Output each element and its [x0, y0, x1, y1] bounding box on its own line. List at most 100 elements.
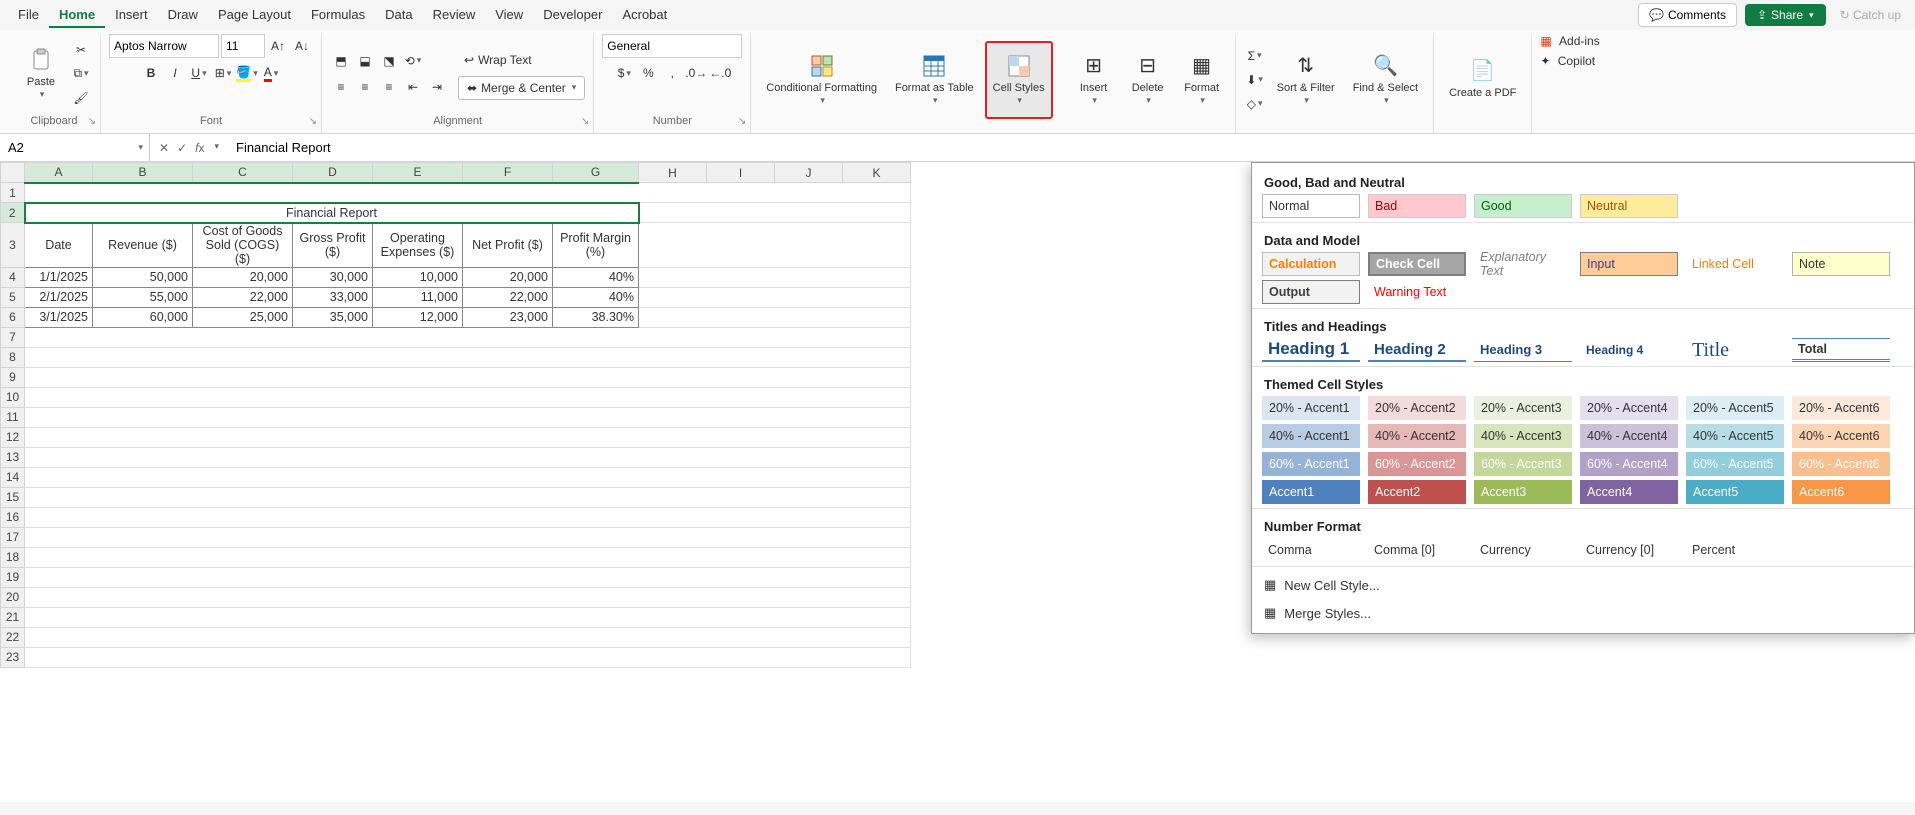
row-header[interactable]: 13 [1, 447, 25, 467]
style-accent2-40[interactable]: 40% - Accent2 [1368, 424, 1466, 448]
data-cell[interactable]: 20,000 [193, 267, 293, 287]
cut-button[interactable]: ✂ [70, 39, 92, 61]
header-cell[interactable]: Revenue ($) [93, 223, 193, 268]
row-header[interactable]: 23 [1, 647, 25, 667]
style-explanatory[interactable]: Explanatory Text [1474, 252, 1572, 276]
new-cell-style-button[interactable]: ▦New Cell Style... [1262, 571, 1904, 599]
style-accent5[interactable]: Accent5 [1686, 480, 1784, 504]
style-accent2-20[interactable]: 20% - Accent2 [1368, 396, 1466, 420]
data-cell[interactable]: 22,000 [193, 287, 293, 307]
data-cell[interactable]: 1/1/2025 [25, 267, 93, 287]
catchup-button[interactable]: ↻ Catch up [1834, 8, 1907, 22]
delete-cells-button[interactable]: ⊟Delete▾ [1123, 41, 1173, 119]
style-accent5-20[interactable]: 20% - Accent5 [1686, 396, 1784, 420]
name-box-input[interactable] [6, 139, 136, 156]
col-header[interactable]: C [193, 163, 293, 183]
data-cell[interactable]: 30,000 [293, 267, 373, 287]
merge-center-button[interactable]: ⬌Merge & Center▾ [458, 76, 585, 100]
style-bad[interactable]: Bad [1368, 194, 1466, 218]
data-cell[interactable]: 35,000 [293, 307, 373, 327]
col-header[interactable]: H [639, 163, 707, 183]
fill-button[interactable]: ⬇▾ [1244, 69, 1266, 91]
find-select-button[interactable]: 🔍Find & Select▾ [1346, 41, 1425, 119]
clipboard-launcher[interactable]: ↘ [88, 116, 96, 127]
row-header[interactable]: 1 [1, 183, 25, 203]
row-header[interactable]: 2 [1, 203, 25, 223]
header-cell[interactable]: Operating Expenses ($) [373, 223, 463, 268]
row-header[interactable]: 15 [1, 487, 25, 507]
data-cell[interactable]: 10,000 [373, 267, 463, 287]
font-launcher[interactable]: ↘ [309, 116, 317, 127]
tab-data[interactable]: Data [375, 3, 422, 28]
style-accent2-60[interactable]: 60% - Accent2 [1368, 452, 1466, 476]
col-header[interactable]: I [707, 163, 775, 183]
style-currency0[interactable]: Currency [0] [1580, 538, 1678, 562]
col-header[interactable]: A [25, 163, 93, 183]
orientation-button[interactable]: ⟲▾ [402, 50, 424, 72]
style-input[interactable]: Input [1580, 252, 1678, 276]
data-cell[interactable]: 25,000 [193, 307, 293, 327]
conditional-formatting-button[interactable]: Conditional Formatting▾ [759, 41, 884, 119]
style-heading4[interactable]: Heading 4 [1580, 338, 1678, 362]
font-size-select[interactable] [221, 34, 265, 58]
tab-view[interactable]: View [485, 3, 533, 28]
header-cell[interactable]: Net Profit ($) [463, 223, 553, 268]
row-header[interactable]: 19 [1, 567, 25, 587]
style-accent4-40[interactable]: 40% - Accent4 [1580, 424, 1678, 448]
data-cell[interactable]: 2/1/2025 [25, 287, 93, 307]
merge-styles-button[interactable]: ▦Merge Styles... [1262, 599, 1904, 627]
style-accent4-60[interactable]: 60% - Accent4 [1580, 452, 1678, 476]
row-header[interactable]: 14 [1, 467, 25, 487]
style-linked-cell[interactable]: Linked Cell [1686, 252, 1784, 276]
name-box[interactable]: ▾ [0, 134, 150, 161]
font-name-select[interactable] [109, 34, 219, 58]
title-cell[interactable]: Financial Report [25, 203, 639, 223]
data-cell[interactable]: 22,000 [463, 287, 553, 307]
align-top-button[interactable]: ⬒ [330, 50, 352, 72]
style-comma0[interactable]: Comma [0] [1368, 538, 1466, 562]
comma-format-button[interactable]: , [661, 62, 683, 84]
row-header[interactable]: 21 [1, 607, 25, 627]
data-cell[interactable]: 33,000 [293, 287, 373, 307]
insert-function-button[interactable]: fx [192, 141, 207, 155]
style-calculation[interactable]: Calculation [1262, 252, 1360, 276]
align-middle-button[interactable]: ⬓ [354, 50, 376, 72]
style-accent3-20[interactable]: 20% - Accent3 [1474, 396, 1572, 420]
col-header[interactable]: E [373, 163, 463, 183]
style-accent6[interactable]: Accent6 [1792, 480, 1890, 504]
select-all-corner[interactable] [1, 163, 25, 183]
col-header[interactable]: J [775, 163, 843, 183]
align-bottom-button[interactable]: ⬔ [378, 50, 400, 72]
style-accent5-40[interactable]: 40% - Accent5 [1686, 424, 1784, 448]
col-header[interactable]: K [843, 163, 911, 183]
decrease-font-button[interactable]: A↓ [291, 35, 313, 57]
style-comma[interactable]: Comma [1262, 538, 1360, 562]
col-header[interactable]: G [553, 163, 639, 183]
insert-cells-button[interactable]: ⊞Insert▾ [1069, 41, 1119, 119]
row-header[interactable]: 5 [1, 287, 25, 307]
paste-button[interactable]: Paste ▾ [16, 35, 66, 113]
cancel-formula-button[interactable]: ✕ [156, 141, 172, 155]
data-cell[interactable]: 50,000 [93, 267, 193, 287]
align-center-button[interactable]: ≡ [354, 76, 376, 98]
autosum-button[interactable]: Σ▾ [1244, 45, 1266, 67]
col-header[interactable]: B [93, 163, 193, 183]
col-header[interactable]: F [463, 163, 553, 183]
style-accent3-40[interactable]: 40% - Accent3 [1474, 424, 1572, 448]
style-percent[interactable]: Percent [1686, 538, 1784, 562]
bold-button[interactable]: B [140, 62, 162, 84]
row-header[interactable]: 10 [1, 387, 25, 407]
data-cell[interactable]: 11,000 [373, 287, 463, 307]
formula-input[interactable] [228, 138, 1915, 157]
format-painter-button[interactable]: 🖌 [70, 87, 92, 109]
format-as-table-button[interactable]: Format as Table▾ [888, 41, 981, 119]
style-accent6-40[interactable]: 40% - Accent6 [1792, 424, 1890, 448]
comments-button[interactable]: 💬 Comments [1638, 3, 1737, 27]
data-cell[interactable]: 20,000 [463, 267, 553, 287]
style-accent3[interactable]: Accent3 [1474, 480, 1572, 504]
data-cell[interactable]: 40% [553, 287, 639, 307]
header-cell[interactable]: Cost of Goods Sold (COGS) ($) [193, 223, 293, 268]
style-accent4-20[interactable]: 20% - Accent4 [1580, 396, 1678, 420]
tab-developer[interactable]: Developer [533, 3, 612, 28]
fill-color-button[interactable]: 🪣▾ [236, 62, 258, 84]
